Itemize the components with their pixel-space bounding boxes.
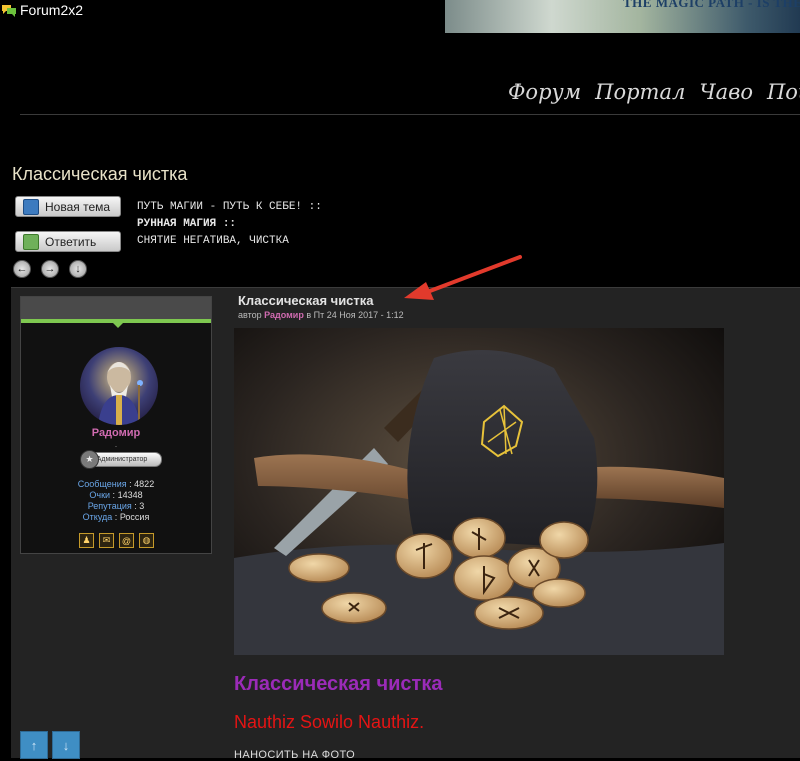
new-topic-icon xyxy=(23,198,39,215)
vote-up-button[interactable]: ↑ xyxy=(20,731,48,759)
rank-label: Администратор xyxy=(96,456,148,463)
stat-value: 4822 xyxy=(134,479,155,489)
stat-label: Очки xyxy=(89,490,111,500)
profile-contact-icons: ♟ ✉ @ ◍ xyxy=(79,533,154,548)
rune-formula: Nauthiz Sowilo Nauthiz. xyxy=(234,712,425,732)
content-text: НАНОСИТЬ НА ФОТО xyxy=(234,749,356,761)
post-date: в Пт 24 Ноя 2017 - 1:12 xyxy=(306,310,404,320)
reply-button[interactable]: Ответить xyxy=(15,231,121,252)
pentagram-icon: ★ xyxy=(80,450,99,469)
banner-text: THE MAGIC PATH - IS THE xyxy=(623,0,800,10)
new-topic-label: Новая тема xyxy=(45,199,111,214)
stat-value: Россия xyxy=(119,512,150,522)
stat-label: Репутация xyxy=(87,501,132,511)
content-heading: Классическая чистка xyxy=(234,673,443,695)
nav-forum[interactable]: Форум xyxy=(508,80,581,104)
stat-label: Откуда xyxy=(82,512,113,522)
stat-value: 14348 xyxy=(117,490,143,500)
page-title: Классическая чистка xyxy=(12,164,188,184)
website-icon[interactable]: ◍ xyxy=(139,533,154,548)
message-icon[interactable]: ✉ xyxy=(99,533,114,548)
profile-icon[interactable]: ♟ xyxy=(79,533,94,548)
nav-search[interactable]: Поиск xyxy=(767,80,800,104)
post-title[interactable]: Классическая чистка xyxy=(238,293,374,308)
rank-badge: ★ Администратор xyxy=(80,450,162,469)
stat-row: Очки : 14348 xyxy=(89,490,143,500)
header-banner: THE MAGIC PATH - IS THE xyxy=(445,0,800,33)
nav-faq[interactable]: Чаво xyxy=(699,80,753,104)
profile-header xyxy=(21,297,211,319)
post-image[interactable] xyxy=(234,328,724,655)
previous-arrow-icon[interactable]: ← xyxy=(13,260,31,278)
username[interactable]: Радомир xyxy=(21,427,211,439)
breadcrumb-item[interactable]: РУННАЯ МАГИЯ :: xyxy=(137,218,236,230)
vote-down-button[interactable]: ↓ xyxy=(52,731,80,759)
meta-prefix: автор xyxy=(238,310,262,320)
down-arrow-icon[interactable]: ↓ xyxy=(69,260,87,278)
status-dot: . xyxy=(114,439,118,449)
nav-portal[interactable]: Портал xyxy=(595,80,685,104)
chevron-down-icon xyxy=(113,323,123,328)
breadcrumb-item[interactable]: ПУТЬ МАГИИ - ПУТЬ К СЕБЕ! :: xyxy=(137,199,322,216)
avatar[interactable] xyxy=(80,347,158,425)
next-arrow-icon[interactable]: → xyxy=(41,260,59,278)
top-navigation: Форум Портал Чаво Поиск xyxy=(508,80,800,104)
brand[interactable]: Forum2x2 xyxy=(0,0,83,20)
stat-row: Сообщения : 4822 xyxy=(77,479,155,489)
post-author[interactable]: Радомир xyxy=(264,310,304,320)
email-icon[interactable]: @ xyxy=(119,533,134,548)
breadcrumb-item[interactable]: СНЯТИЕ НЕГАТИВА, ЧИСТКА xyxy=(137,233,322,250)
stat-row: Репутация : 3 xyxy=(87,501,145,511)
author-profile: Радомир . ★ Администратор Сообщения : 48… xyxy=(20,296,212,554)
new-topic-button[interactable]: Новая тема xyxy=(15,196,121,217)
annotation-arrow-icon xyxy=(404,255,522,300)
reply-icon xyxy=(23,233,39,250)
stat-value: 3 xyxy=(139,501,145,511)
avatar-image xyxy=(98,362,143,425)
brand-name: Forum2x2 xyxy=(20,2,84,18)
speech-bubble-icon xyxy=(1,3,17,17)
reply-label: Ответить xyxy=(45,234,97,249)
post-meta: автор Радомир в Пт 24 Ноя 2017 - 1:12 xyxy=(238,310,404,320)
stat-row: Откуда : Россия xyxy=(82,512,150,522)
profile-accent-bar xyxy=(21,319,211,328)
stat-label: Сообщения xyxy=(77,479,127,489)
topic-navigation: ← → ↓ xyxy=(13,260,87,278)
breadcrumb: ПУТЬ МАГИИ - ПУТЬ К СЕБЕ! :: РУННАЯ МАГИ… xyxy=(137,199,322,250)
divider xyxy=(20,114,800,115)
profile-stats: Сообщения : 4822 Очки : 14348 Репутация … xyxy=(21,479,211,523)
